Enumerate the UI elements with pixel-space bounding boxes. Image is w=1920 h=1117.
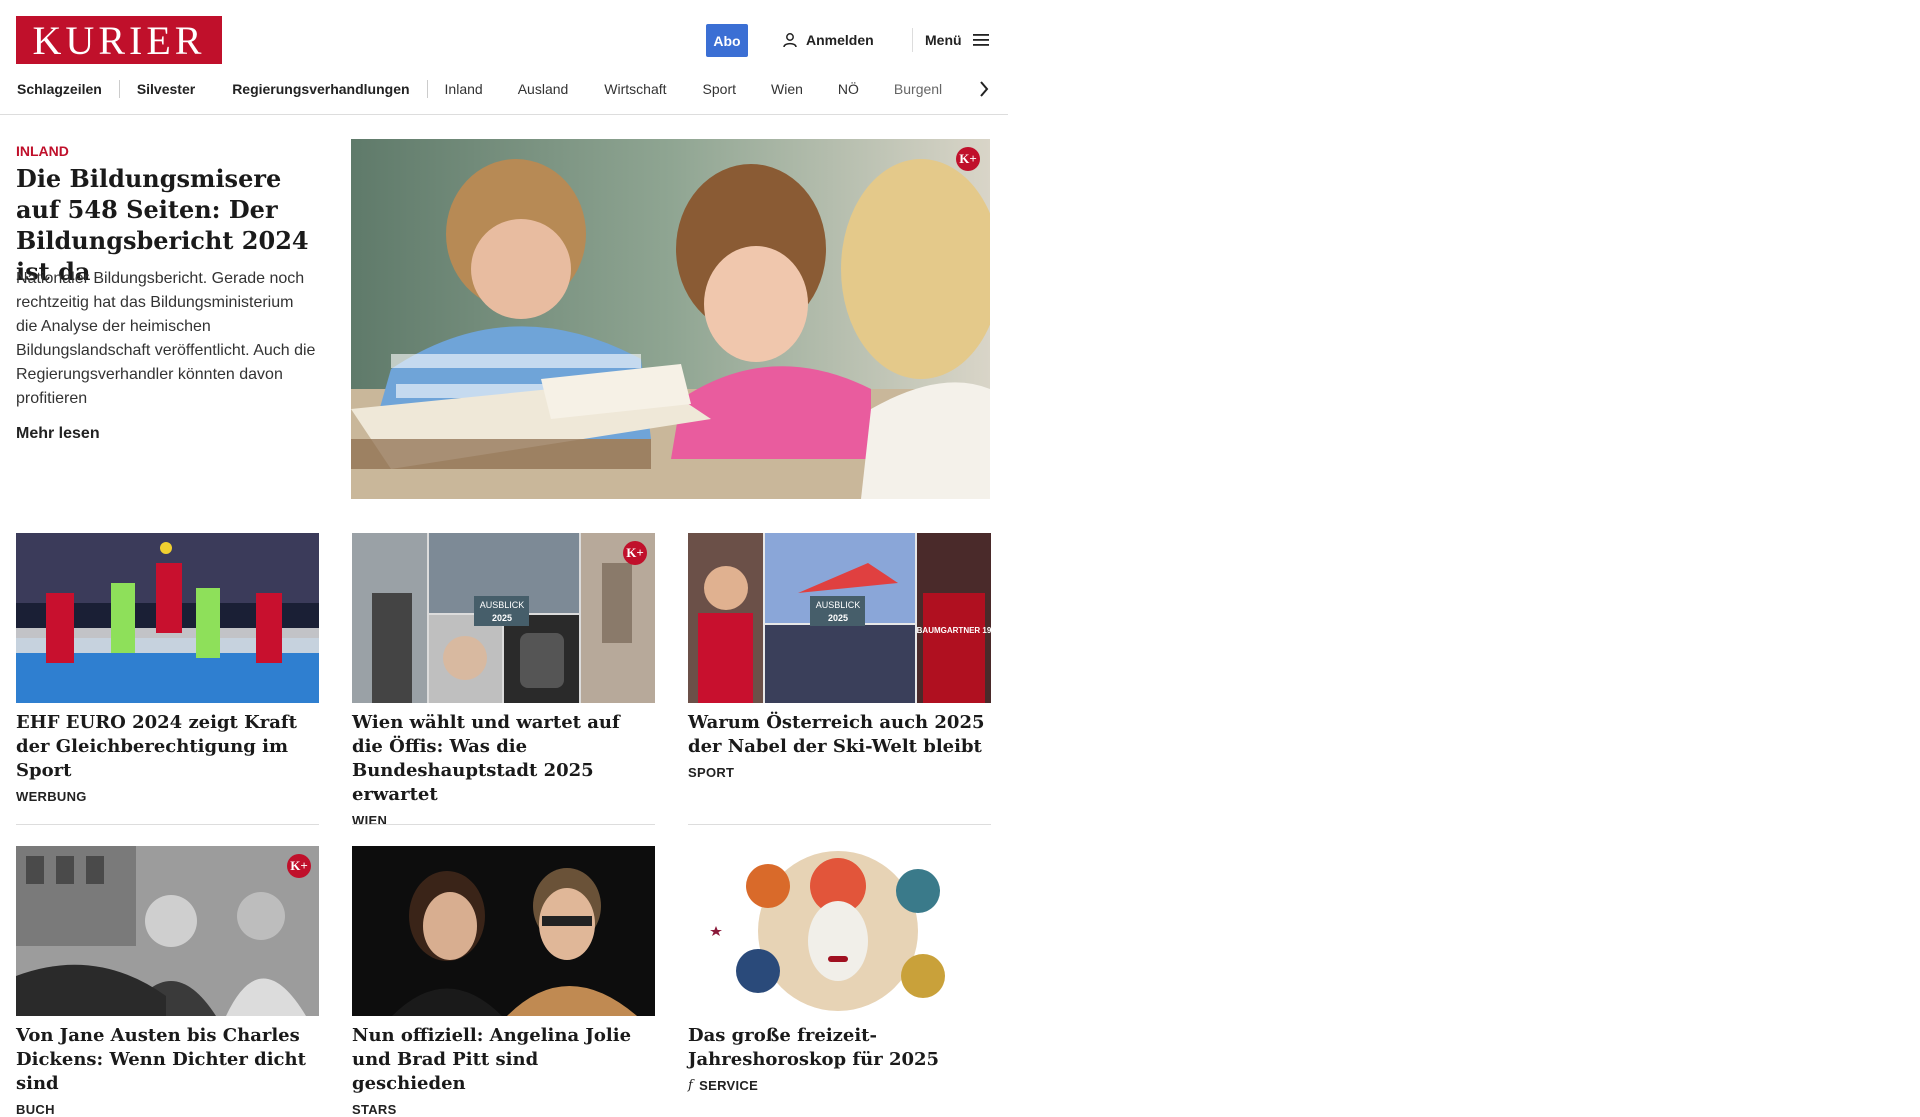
nav-item-burgenland[interactable]: Burgenl: [876, 81, 959, 97]
article-category[interactable]: BUCH: [16, 1102, 319, 1117]
article-card[interactable]: Nun offiziell: Angelina Jolie und Brad P…: [352, 846, 655, 1117]
card-divider: [352, 824, 655, 825]
article-card[interactable]: AUSBLICK 2025 BAUMGARTNER 19 Warum Öster…: [688, 533, 991, 780]
article-headline[interactable]: EHF EURO 2024 zeigt Kraft der Gleichbere…: [16, 711, 319, 783]
menu-button[interactable]: Menü: [912, 28, 990, 52]
article-image[interactable]: [16, 533, 319, 703]
login-label: Anmelden: [806, 32, 874, 48]
overlay-ausblick: AUSBLICK: [816, 600, 861, 610]
article-category[interactable]: f SERVICE: [688, 1078, 991, 1093]
article-headline[interactable]: Warum Österreich auch 2025 der Nabel der…: [688, 711, 991, 759]
site-header: KURIER Abo Anmelden Menü Schlagzeilen Si…: [0, 0, 1008, 115]
article-image[interactable]: K+: [16, 846, 319, 1016]
nav-item-wirtschaft[interactable]: Wirtschaft: [585, 81, 683, 97]
article-category[interactable]: WIEN: [352, 813, 655, 828]
kplus-badge-icon: K+: [287, 854, 311, 878]
article-headline[interactable]: Nun offiziell: Angelina Jolie und Brad P…: [352, 1024, 655, 1096]
card-divider: [16, 824, 319, 825]
lead-image[interactable]: K+: [351, 139, 990, 499]
lead-teaser: Nationaler Bildungsbericht. Gerade noch …: [16, 270, 316, 407]
overlay-year: 2025: [492, 613, 512, 623]
lead-category[interactable]: INLAND: [16, 143, 69, 159]
handball-image: [16, 533, 319, 703]
nav-item-silvester[interactable]: Silvester: [120, 81, 212, 97]
nav-item-schlagzeilen[interactable]: Schlagzeilen: [0, 81, 119, 97]
article-card[interactable]: AUSBLICK 2025 K+ Wien wählt und wartet a…: [352, 533, 655, 828]
article-headline[interactable]: Wien wählt und wartet auf die Öf­fis: Wa…: [352, 711, 655, 807]
login-button[interactable]: Anmelden: [782, 28, 874, 52]
jolie-pitt-image: [352, 846, 655, 1016]
overlay-year: 2025: [828, 613, 848, 623]
article-card[interactable]: K+ Von Jane Austen bis Charles Di­ckens:…: [16, 846, 319, 1117]
section-navigation: Schlagzeilen Silvester Regierungsverhand…: [0, 76, 990, 102]
article-headline[interactable]: Von Jane Austen bis Charles Di­ckens: We…: [16, 1024, 319, 1096]
ski-collage-image: AUSBLICK 2025 BAUMGARTNER 19: [688, 533, 991, 703]
nav-item-wien[interactable]: Wien: [753, 81, 820, 97]
menu-label: Menü: [925, 32, 962, 48]
card-divider: [688, 824, 991, 825]
abo-button[interactable]: Abo: [706, 24, 748, 57]
dichter-photo-image: [16, 846, 319, 1016]
jersey-text: BAUMGARTNER 19: [917, 626, 991, 635]
nav-item-ausland[interactable]: Ausland: [500, 81, 586, 97]
article-headline[interactable]: Das große freizeit-Jahreshoroskop für 20…: [688, 1024, 991, 1072]
article-category[interactable]: WERBUNG: [16, 789, 319, 804]
nav-scroll-right-button[interactable]: [972, 76, 996, 102]
freizeit-icon: f: [688, 1078, 694, 1093]
read-more-link[interactable]: Mehr lesen: [16, 425, 100, 443]
article-category-label: SERVICE: [699, 1078, 759, 1093]
kplus-badge-icon: K+: [956, 147, 980, 171]
hamburger-icon: [972, 34, 989, 46]
lead-image-graphic: [351, 139, 990, 499]
nav-item-noe[interactable]: NÖ: [820, 81, 876, 97]
article-category[interactable]: SPORT: [688, 765, 991, 780]
wien-collage-image: AUSBLICK 2025: [352, 533, 655, 703]
nav-item-inland[interactable]: Inland: [428, 81, 500, 97]
kurier-logo[interactable]: KURIER: [16, 16, 222, 64]
article-image[interactable]: [688, 846, 991, 1016]
user-icon: [783, 33, 797, 48]
horoscope-collage-image: [688, 846, 991, 1016]
article-image[interactable]: AUSBLICK 2025 K+: [352, 533, 655, 703]
article-category[interactable]: STARS: [352, 1102, 655, 1117]
kplus-badge-icon: K+: [623, 541, 647, 565]
nav-item-regierungsverhandlungen[interactable]: Regierungsverhandlungen: [212, 81, 426, 97]
chevron-right-icon: [980, 81, 989, 97]
overlay-ausblick: AUSBLICK: [480, 600, 525, 610]
nav-item-sport[interactable]: Sport: [684, 81, 753, 97]
article-card[interactable]: EHF EURO 2024 zeigt Kraft der Gleichbere…: [16, 533, 319, 804]
article-image[interactable]: [352, 846, 655, 1016]
article-card[interactable]: Das große freizeit-Jahreshoroskop für 20…: [688, 846, 991, 1093]
article-image[interactable]: AUSBLICK 2025 BAUMGARTNER 19: [688, 533, 991, 703]
